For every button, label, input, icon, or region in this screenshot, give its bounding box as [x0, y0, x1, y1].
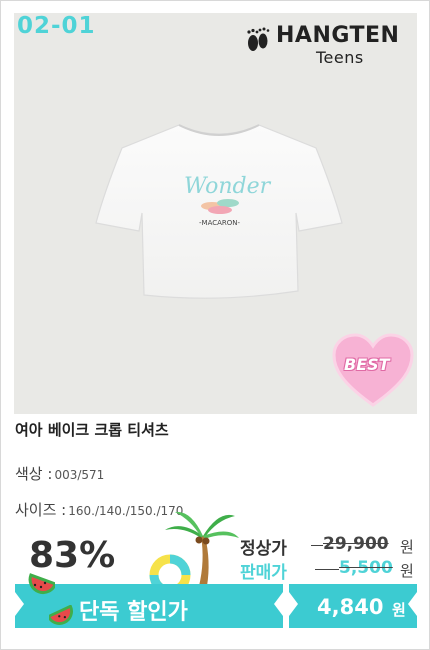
feet-logo-icon [246, 27, 270, 60]
product-image[interactable]: 02-01 HANGTEN Teens Wonder -MACARON- BES… [14, 13, 417, 414]
color-row: 색상 :003/571 [15, 463, 104, 484]
color-value: 003/571 [54, 468, 105, 482]
product-title[interactable]: 여아 베이크 크롭 티셔츠 [15, 419, 169, 440]
sale-price: 5,500 [339, 558, 393, 578]
sale-price-dash [315, 569, 339, 570]
best-badge: BEST [332, 333, 414, 407]
size-row: 사이즈 :160./140./150./170 [15, 499, 183, 520]
product-card[interactable]: 02-01 HANGTEN Teens Wonder -MACARON- BES… [0, 0, 430, 650]
best-badge-label: BEST [344, 355, 390, 374]
tshirt-print-subtext: -MACARON- [199, 219, 241, 227]
product-code: 02-01 [17, 13, 96, 39]
watermelon-icon [49, 605, 73, 625]
banner-left-notch [15, 592, 24, 616]
tshirt-print-text: Wonder [184, 174, 272, 199]
exclusive-discount-label: 단독 할인가 [79, 600, 188, 625]
discount-percent: 83% [29, 535, 116, 576]
banner-mid-notch-left [274, 592, 283, 616]
tshirt-illustration: Wonder -MACARON- [95, 124, 343, 299]
color-label: 색상 : [15, 465, 53, 483]
final-price: 4,840 [317, 595, 384, 619]
banner-mid-notch-right [289, 592, 298, 616]
regular-price: 29,900 [323, 534, 389, 554]
regular-price-label: 정상가 [240, 539, 287, 559]
regular-price-currency: 원 [400, 538, 414, 556]
sale-price-currency: 원 [400, 562, 414, 580]
watermelon-icon [28, 573, 55, 594]
regular-price-dash [311, 545, 323, 546]
banner-right-notch [408, 592, 417, 616]
final-price-currency: 원 [392, 601, 406, 619]
sale-price-label: 판매가 [240, 563, 287, 583]
size-label: 사이즈 : [15, 501, 67, 519]
brand-name: HANGTEN [276, 23, 400, 48]
brand-sub: Teens [316, 48, 364, 67]
brand-logo: HANGTEN Teens [246, 21, 414, 73]
